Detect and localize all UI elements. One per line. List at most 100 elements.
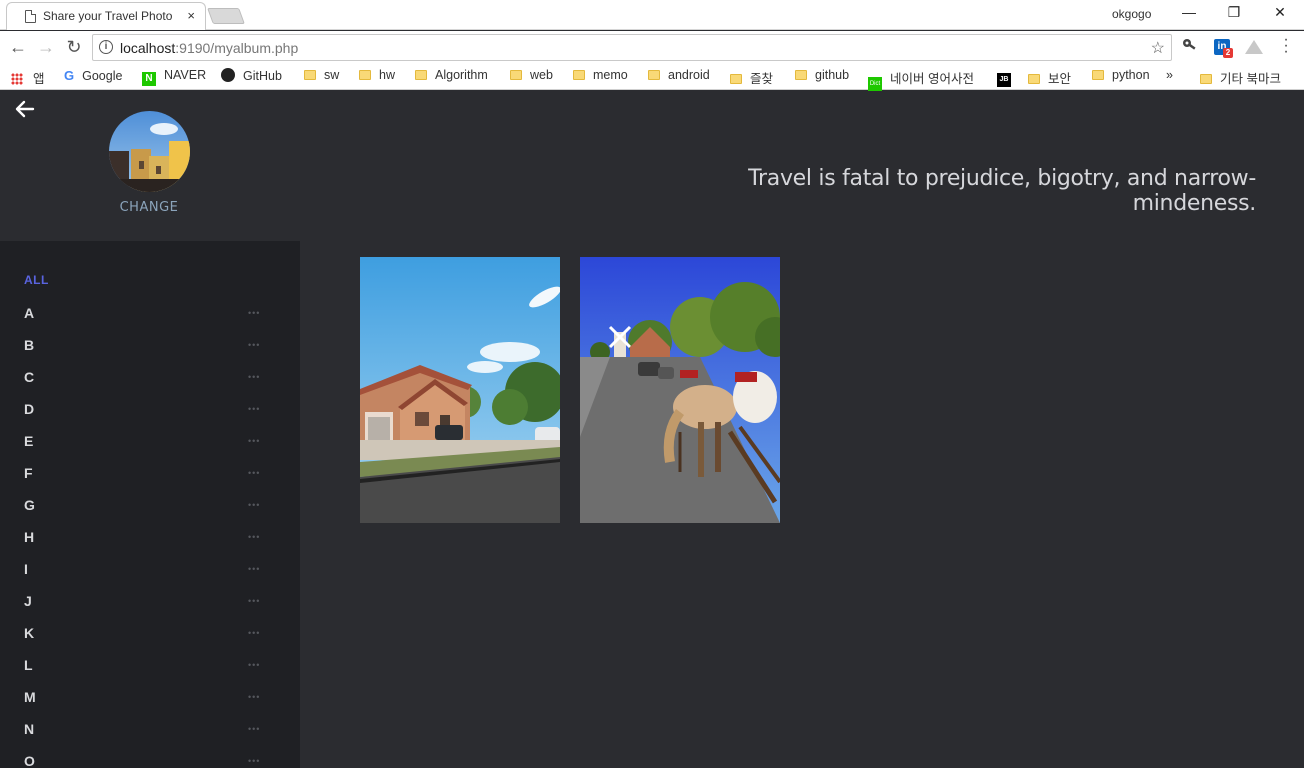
sidebar-item-c[interactable]: C •••: [24, 369, 264, 389]
sidebar-item-label: H: [24, 529, 35, 545]
tab-strip: Share your Travel Photo × okgogo — ❐ ✕: [0, 0, 1304, 30]
more-icon[interactable]: •••: [248, 404, 260, 414]
sidebar-item-f[interactable]: F •••: [24, 465, 264, 485]
bookmark-folder-hw[interactable]: hw: [359, 68, 395, 82]
sidebar-item-label: O: [24, 753, 35, 768]
minimize-button[interactable]: —: [1174, 4, 1204, 20]
sidebar-item-label: J: [24, 593, 32, 609]
sidebar-item-b[interactable]: B •••: [24, 337, 264, 357]
bookmark-folder-android[interactable]: android: [648, 68, 710, 82]
sidebar-item-l[interactable]: L •••: [24, 657, 264, 677]
more-icon[interactable]: •••: [248, 756, 260, 766]
bookmark-apps[interactable]: 앱: [11, 68, 45, 87]
sidebar-item-m[interactable]: M •••: [24, 689, 264, 709]
back-button[interactable]: ←: [7, 36, 29, 58]
sidebar-item-label: D: [24, 401, 35, 417]
sidebar-item-all[interactable]: ALL: [24, 273, 49, 287]
sidebar-item-label: B: [24, 337, 35, 353]
notification-badge: 2: [1223, 48, 1233, 58]
folder-icon: [573, 70, 585, 80]
github-icon: [221, 68, 235, 82]
bookmark-jetbrains[interactable]: JB: [997, 68, 1019, 87]
bookmark-folder-favorites[interactable]: 즐찾: [730, 68, 773, 87]
linkedin-extension-icon[interactable]: in 2: [1214, 39, 1233, 58]
more-icon[interactable]: •••: [248, 724, 260, 734]
restore-button[interactable]: ❐: [1219, 4, 1249, 21]
more-icon[interactable]: •••: [248, 692, 260, 702]
info-icon[interactable]: i: [99, 40, 113, 54]
new-tab-button[interactable]: [207, 8, 245, 24]
sidebar-item-label: K: [24, 625, 35, 641]
bookmark-folder-algorithm[interactable]: Algorithm: [415, 68, 488, 82]
folder-icon: [304, 70, 316, 80]
bookmark-folder-security[interactable]: 보안: [1028, 68, 1071, 87]
bookmark-folder-web[interactable]: web: [510, 68, 553, 82]
more-icon[interactable]: •••: [248, 596, 260, 606]
menu-icon[interactable]: · · ·: [1281, 32, 1291, 60]
back-arrow-icon[interactable]: [13, 97, 37, 121]
browser-toolbar: ← → ↻ i localhost:9190/myalbum.php ☆ in 2…: [0, 31, 1304, 63]
sidebar-item-label: E: [24, 433, 34, 449]
album-page: CHANGE Travel is fatal to prejudice, big…: [0, 91, 1304, 768]
bookmark-star-icon[interactable]: ☆: [1151, 38, 1165, 58]
more-icon[interactable]: •••: [248, 500, 260, 510]
more-icon[interactable]: •••: [248, 564, 260, 574]
change-avatar-button[interactable]: CHANGE: [108, 200, 190, 215]
avatar[interactable]: [109, 111, 190, 192]
bookmark-folder-sw[interactable]: sw: [304, 68, 339, 82]
tab-title: Share your Travel Photo: [43, 9, 173, 23]
more-icon[interactable]: •••: [248, 628, 260, 638]
sidebar-item-h[interactable]: H •••: [24, 529, 264, 549]
bookmark-naver[interactable]: N NAVER: [142, 68, 206, 86]
bookmarks-overflow-button[interactable]: »: [1166, 68, 1173, 82]
sidebar-item-g[interactable]: G •••: [24, 497, 264, 517]
more-icon[interactable]: •••: [248, 372, 260, 382]
more-icon[interactable]: •••: [248, 532, 260, 542]
more-icon[interactable]: •••: [248, 340, 260, 350]
more-icon[interactable]: •••: [248, 660, 260, 670]
key-extension-icon[interactable]: [1182, 37, 1198, 56]
sidebar-item-label: N: [24, 721, 35, 737]
folder-icon: [1092, 70, 1104, 80]
bookmarks-bar: 앱 G Google N NAVER GitHub sw hw Algorithm …: [0, 63, 1304, 91]
bookmark-folder-memo[interactable]: memo: [573, 68, 628, 82]
sidebar-item-label: C: [24, 369, 35, 385]
bookmark-google[interactable]: G Google: [64, 68, 122, 83]
forward-button[interactable]: →: [35, 36, 57, 58]
bookmark-github[interactable]: GitHub: [221, 68, 282, 83]
photo-thumbnail[interactable]: [360, 257, 560, 523]
bookmark-naver-dictionary[interactable]: Dict 네이버 영어사전: [868, 68, 974, 91]
sidebar-item-o[interactable]: O •••: [24, 753, 264, 768]
tab-close-icon[interactable]: ×: [187, 8, 195, 24]
sidebar-item-label: G: [24, 497, 35, 513]
sidebar-item-d[interactable]: D •••: [24, 401, 264, 421]
album-sidebar: ALL A ••• B ••• C ••• D ••• E ••• F ••• G ••• H ••• I •••…: [0, 241, 300, 768]
folder-icon: [1200, 74, 1212, 84]
sidebar-item-e[interactable]: E •••: [24, 433, 264, 453]
bookmark-folder-other[interactable]: 기타 북마크: [1200, 68, 1281, 87]
browser-tab[interactable]: Share your Travel Photo ×: [6, 2, 206, 30]
apps-icon: [11, 73, 23, 85]
more-icon[interactable]: •••: [248, 468, 260, 478]
sidebar-item-i[interactable]: I •••: [24, 561, 264, 581]
reload-button[interactable]: ↻: [63, 36, 85, 58]
address-bar[interactable]: i localhost:9190/myalbum.php ☆: [92, 34, 1172, 61]
more-icon[interactable]: •••: [248, 308, 260, 318]
profile-name[interactable]: okgogo: [1112, 7, 1151, 21]
sidebar-item-label: L: [24, 657, 33, 673]
sidebar-item-n[interactable]: N •••: [24, 721, 264, 741]
page-icon: [25, 10, 36, 23]
page-quote: Travel is fatal to prejudice, bigotry, a…: [748, 166, 1256, 216]
url-host: localhost: [120, 40, 176, 56]
sidebar-item-a[interactable]: A •••: [24, 305, 264, 325]
google-icon: G: [64, 68, 75, 83]
jetbrains-icon: JB: [997, 73, 1011, 87]
close-window-button[interactable]: ✕: [1265, 4, 1295, 21]
drive-extension-icon[interactable]: [1245, 40, 1263, 54]
bookmark-folder-github[interactable]: github: [795, 68, 849, 82]
more-icon[interactable]: •••: [248, 436, 260, 446]
sidebar-item-j[interactable]: J •••: [24, 593, 264, 613]
sidebar-item-k[interactable]: K •••: [24, 625, 264, 645]
photo-thumbnail[interactable]: [580, 257, 780, 523]
bookmark-folder-python[interactable]: python: [1092, 68, 1150, 82]
